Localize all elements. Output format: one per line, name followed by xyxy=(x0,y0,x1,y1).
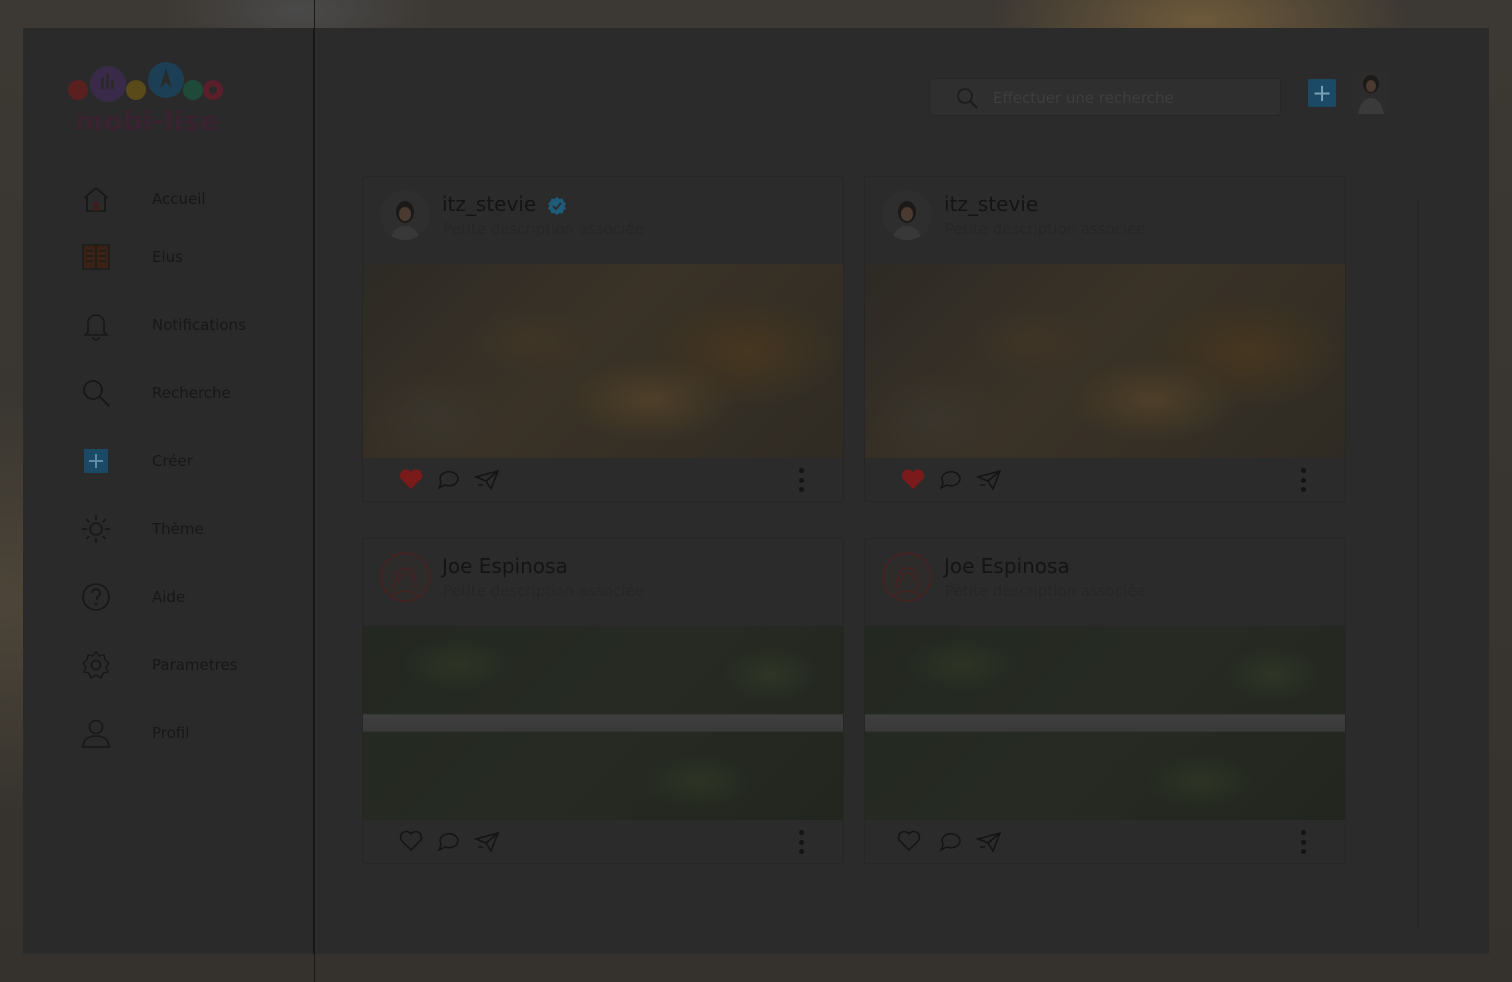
right-panel-divider xyxy=(1417,198,1419,928)
user-photo-icon xyxy=(892,201,922,240)
post-author[interactable]: itz_stevie xyxy=(442,192,536,216)
sidebar-item-label: Aide xyxy=(152,588,186,606)
share-icon[interactable] xyxy=(473,827,501,855)
avatar[interactable] xyxy=(882,190,932,240)
comment-icon[interactable] xyxy=(937,465,965,493)
home-icon xyxy=(79,182,113,216)
illustrated-avatar-icon xyxy=(882,552,932,602)
logo[interactable]: mobi-lise xyxy=(63,62,228,142)
like-filled-icon[interactable] xyxy=(899,465,927,493)
avatar[interactable] xyxy=(882,552,932,602)
sidebar-item-label: Elus xyxy=(152,248,183,266)
highway-interchange-photo xyxy=(865,626,1345,820)
elected-officials-icon xyxy=(79,240,113,274)
logo-pins-icon xyxy=(68,62,223,102)
sidebar-item-aide[interactable]: Aide xyxy=(79,577,299,617)
search-input[interactable]: Effectuer une recherche xyxy=(929,78,1281,116)
sidebar-item-theme[interactable]: Thème xyxy=(79,509,299,549)
post-image[interactable] xyxy=(865,626,1345,820)
like-filled-icon[interactable] xyxy=(397,465,425,493)
post-description: Petite description associée xyxy=(443,220,644,238)
post-description: Petite description associée xyxy=(945,220,1146,238)
avatar[interactable] xyxy=(1352,70,1390,114)
sidebar-item-label: Créer xyxy=(152,452,193,470)
search-icon xyxy=(79,376,113,410)
sidebar-item-label: Recherche xyxy=(152,384,231,402)
more-options-icon[interactable] xyxy=(1299,830,1307,854)
world-map-photo xyxy=(865,264,1345,458)
sidebar-item-notifications[interactable]: Notifications xyxy=(79,305,299,345)
search-icon xyxy=(957,88,978,109)
more-options-icon[interactable] xyxy=(797,468,805,492)
comment-icon[interactable] xyxy=(435,465,463,493)
avatar[interactable] xyxy=(380,552,430,602)
sidebar-item-elus[interactable]: Elus xyxy=(79,237,299,277)
sidebar-item-label: Accueil xyxy=(152,190,206,208)
share-icon[interactable] xyxy=(473,465,501,493)
sidebar-item-accueil[interactable]: Accueil xyxy=(79,179,299,219)
sun-icon xyxy=(79,512,113,546)
highway-interchange-photo xyxy=(363,626,843,820)
post-image[interactable] xyxy=(363,264,843,458)
more-options-icon[interactable] xyxy=(1299,468,1307,492)
sidebar-item-label: Notifications xyxy=(152,316,246,334)
post-author[interactable]: Joe Espinosa xyxy=(442,554,568,578)
post-author[interactable]: itz_stevie xyxy=(944,192,1038,216)
post-description: Petite description associée xyxy=(443,582,644,600)
add-button[interactable]: + xyxy=(1308,79,1336,107)
share-icon[interactable] xyxy=(975,465,1003,493)
post-card: Joe Espinosa Petite description associée xyxy=(362,538,844,864)
post-actions xyxy=(865,460,1345,500)
post-author[interactable]: Joe Espinosa xyxy=(944,554,1070,578)
post-card: Joe Espinosa Petite description associée xyxy=(864,538,1346,864)
sidebar-item-label: Parametres xyxy=(152,656,238,674)
world-map-photo xyxy=(363,264,843,458)
plus-square-icon xyxy=(79,444,113,478)
sidebar-item-label: Profil xyxy=(152,724,190,742)
help-icon xyxy=(79,580,113,614)
sidebar-divider xyxy=(314,0,315,982)
post-actions xyxy=(865,822,1345,862)
post-image[interactable] xyxy=(363,626,843,820)
logo-text: mobi-lise xyxy=(75,106,219,137)
post-card: itz_stevie Petite description associée xyxy=(362,176,844,502)
post-description: Petite description associée xyxy=(945,582,1146,600)
user-icon xyxy=(79,716,113,750)
comment-icon[interactable] xyxy=(937,827,965,855)
comment-icon[interactable] xyxy=(435,827,463,855)
sidebar-item-creer[interactable]: Créer xyxy=(79,441,299,481)
sidebar-item-profil[interactable]: Profil xyxy=(79,713,299,753)
user-photo-icon xyxy=(1358,75,1384,114)
user-photo-icon xyxy=(390,201,420,240)
share-icon[interactable] xyxy=(975,827,1003,855)
post-image[interactable] xyxy=(865,264,1345,458)
gear-icon xyxy=(79,648,113,682)
sidebar: mobi-lise Accueil Elus Notifications Rec xyxy=(23,28,314,954)
like-outline-icon[interactable] xyxy=(397,827,425,855)
post-actions xyxy=(363,460,843,500)
sidebar-item-label: Thème xyxy=(152,520,204,538)
post-actions xyxy=(363,822,843,862)
like-outline-icon[interactable] xyxy=(895,827,923,855)
avatar[interactable] xyxy=(380,190,430,240)
post-card: itz_stevie Petite description associée xyxy=(864,176,1346,502)
more-options-icon[interactable] xyxy=(797,830,805,854)
sidebar-item-recherche[interactable]: Recherche xyxy=(79,373,299,413)
bell-icon xyxy=(79,308,113,342)
verified-badge-icon xyxy=(548,197,566,215)
search-placeholder: Effectuer une recherche xyxy=(993,89,1174,107)
illustrated-avatar-icon xyxy=(380,552,430,602)
sidebar-item-parametres[interactable]: Parametres xyxy=(79,645,299,685)
